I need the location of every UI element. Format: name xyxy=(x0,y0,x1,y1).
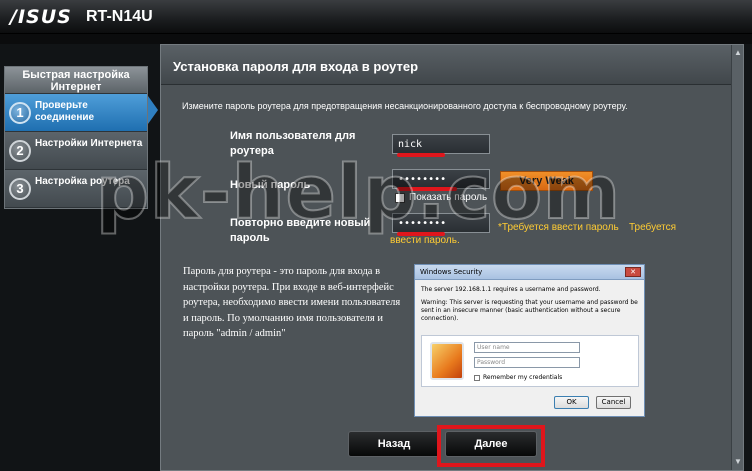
username-label: Имя пользователя для роутера xyxy=(230,130,356,157)
dialog-title-text: Windows Security xyxy=(420,268,483,276)
dialog-username-field: User name xyxy=(474,342,580,353)
wizard-nav: Быстрая настройка Интернет 1 Проверьте с… xyxy=(4,66,148,209)
top-bar: /ISUS RT-N14U xyxy=(0,0,752,34)
password-required-warning: *Требуется ввести пароль xyxy=(498,222,619,233)
nav-step-check-connection[interactable]: 1 Проверьте соединение xyxy=(5,94,147,132)
red-underline-username xyxy=(397,153,445,157)
nav-title: Быстрая настройка Интернет xyxy=(5,67,147,94)
next-button-highlight xyxy=(437,425,545,467)
step-number-1: 1 xyxy=(9,102,31,124)
password-required-warning-3: ввести пароль. xyxy=(390,235,460,246)
scroll-down-icon[interactable]: ▼ xyxy=(733,456,743,468)
dialog-password-field: Password xyxy=(474,357,580,368)
scroll-up-icon[interactable]: ▲ xyxy=(733,47,743,59)
dialog-remember-checkbox xyxy=(474,374,480,381)
red-underline-password xyxy=(397,187,457,191)
step-label-1: Проверьте соединение xyxy=(35,100,95,123)
password-input[interactable] xyxy=(392,169,490,189)
user-avatar-icon xyxy=(430,342,464,380)
confirm-password-input[interactable] xyxy=(392,213,490,233)
close-icon: ✕ xyxy=(625,267,641,277)
back-button[interactable]: Назад xyxy=(348,431,440,457)
dialog-remember-row: Remember my credentials xyxy=(474,374,562,381)
page-title: Установка пароля для входа в роутер xyxy=(161,45,743,85)
main-panel: Установка пароля для входа в роутер Изме… xyxy=(160,44,744,471)
show-password-label: Показать пароль xyxy=(409,192,488,203)
header-divider xyxy=(0,34,752,44)
dialog-title: Windows Security ✕ xyxy=(415,265,644,280)
password-strength-badge: Very Weak xyxy=(500,171,593,191)
password-required-warning-2: Требуется xyxy=(629,222,677,233)
step-number-2: 2 xyxy=(9,140,31,162)
step-number-3: 3 xyxy=(9,178,31,200)
dialog-ok-button: OK xyxy=(554,396,589,409)
active-step-arrow-icon xyxy=(148,96,158,124)
dialog-warning-text: Warning: This server is requesting that … xyxy=(421,299,638,322)
router-model: RT-N14U xyxy=(86,8,153,25)
windows-security-dialog-screenshot: Windows Security ✕ The server 192.168.1.… xyxy=(414,264,645,417)
asus-logo: /ISUS xyxy=(10,6,72,28)
password-label: Новый пароль xyxy=(230,179,311,191)
show-password-checkbox[interactable]: Показать пароль xyxy=(395,192,487,203)
confirm-password-label: Повторно введите новый пароль xyxy=(230,217,371,244)
step-label-2: Настройки Интернета xyxy=(35,138,143,149)
nav-step-router-settings[interactable]: 3 Настройка роутера xyxy=(5,170,147,208)
dialog-server-text: The server 192.168.1.1 requires a userna… xyxy=(421,286,601,293)
panel-scrollbar[interactable]: ▲ ▼ xyxy=(731,45,743,470)
dialog-credentials-box: User name Password Remember my credentia… xyxy=(421,335,639,387)
checkbox-box[interactable] xyxy=(395,192,405,203)
nav-step-internet-settings[interactable]: 2 Настройки Интернета xyxy=(5,132,147,170)
page-description: Измените пароль роутера для предотвращен… xyxy=(182,101,628,111)
dialog-cancel-button: Cancel xyxy=(596,396,631,409)
username-input[interactable] xyxy=(392,134,490,154)
dialog-remember-label: Remember my credentials xyxy=(483,374,563,381)
step-label-3: Настройка роутера xyxy=(35,176,130,187)
info-text: Пароль для роутера - это пароль для вход… xyxy=(183,266,401,340)
